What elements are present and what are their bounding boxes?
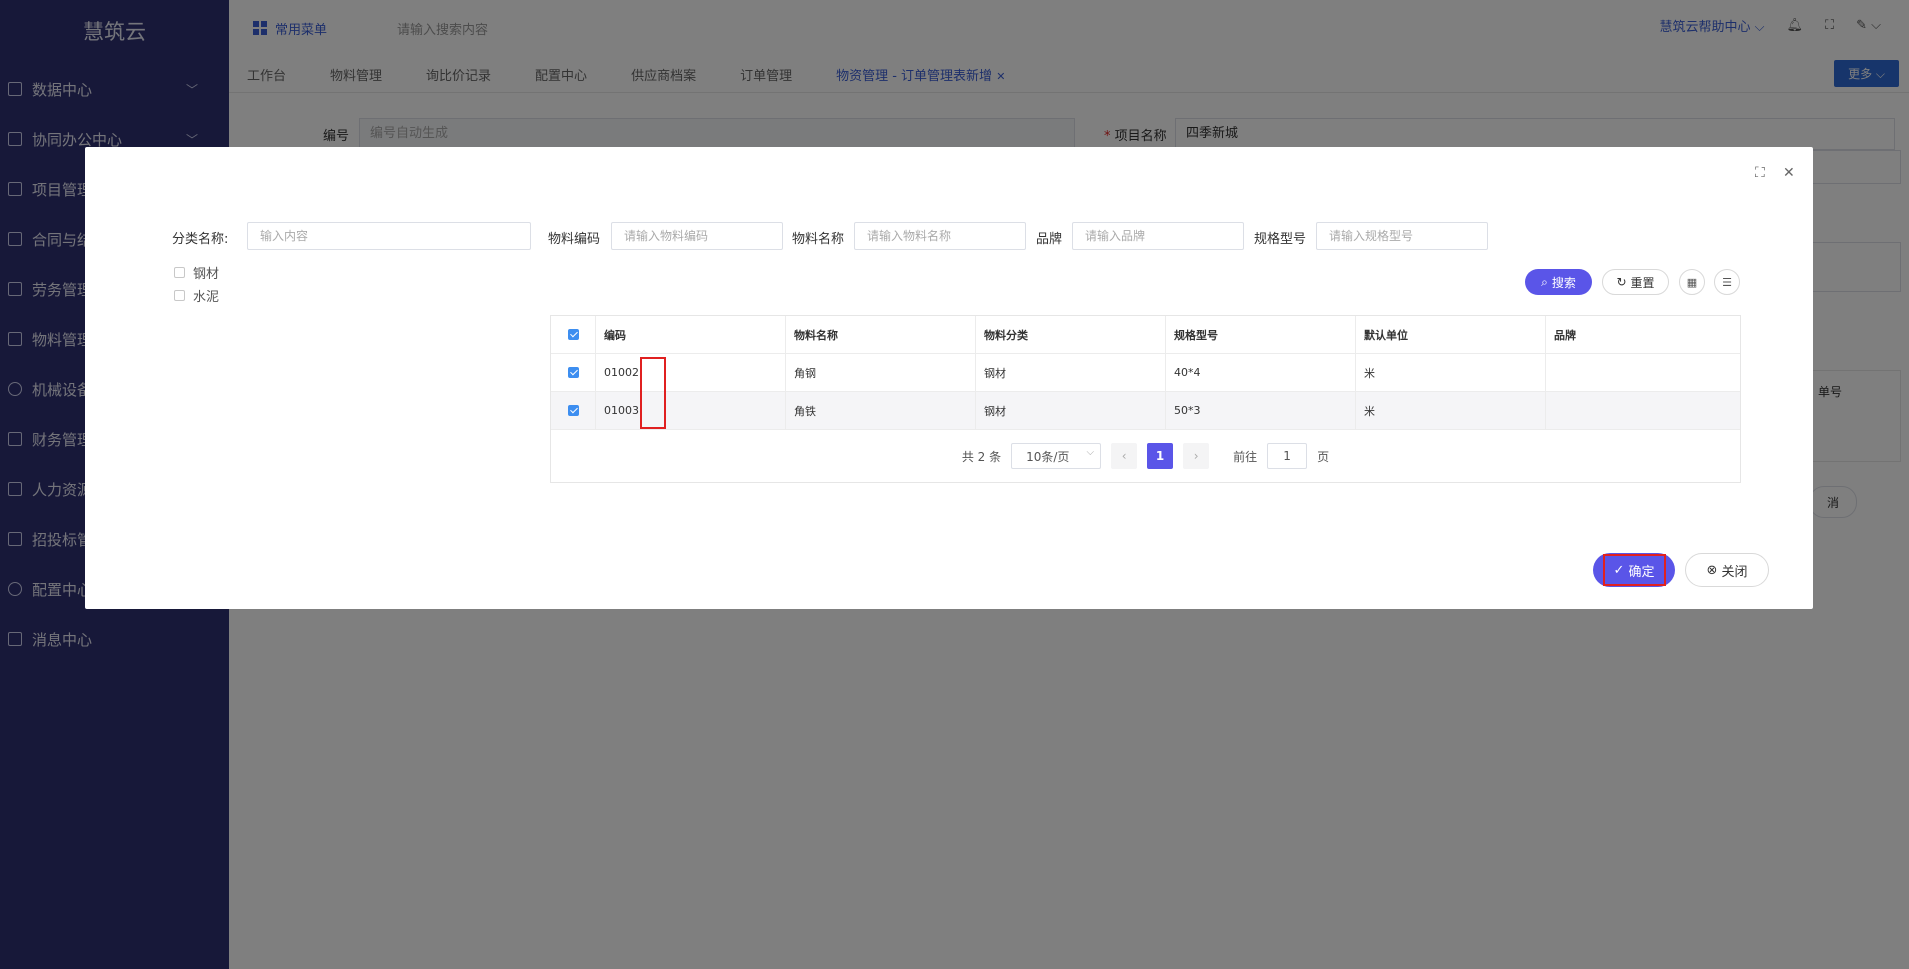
select-all-cell [551, 316, 596, 353]
close-icon[interactable]: ✕ [1783, 165, 1795, 181]
maximize-icon[interactable]: ⛶ [1755, 165, 1765, 181]
close-label: 关闭 [1721, 564, 1748, 580]
pagination: 共 2 条 10条/页 ‹ 1 › 前往 1 页 [551, 430, 1740, 482]
cell-category: 钢材 [976, 392, 1166, 429]
row-select-cell [551, 392, 596, 429]
table-row[interactable]: 01002 角钢 钢材 40*4 米 [551, 354, 1740, 392]
highlight-box [640, 357, 666, 429]
tree-item-label: 钢材 [193, 267, 220, 282]
cell-name: 角铁 [786, 392, 976, 429]
cell-unit: 米 [1356, 392, 1546, 429]
cell-code: 01003 [596, 392, 786, 429]
refresh-icon: ↻ [1616, 275, 1627, 289]
total-count: 共 2 条 [961, 449, 1002, 464]
row-checkbox[interactable] [567, 367, 579, 378]
close-circle-icon: ⊗ [1706, 562, 1718, 578]
column-header: 物料分类 [976, 316, 1166, 353]
tree-item-cement[interactable]: 水泥 [174, 286, 219, 305]
page-size-select[interactable]: 10条/页 [1011, 443, 1102, 469]
tree-item-steel[interactable]: 钢材 [174, 263, 219, 282]
row-checkbox[interactable] [567, 405, 579, 416]
reset-label: 重置 [1630, 275, 1655, 290]
highlight-box [1603, 554, 1666, 586]
category-label: 分类名称: [172, 232, 229, 247]
cell-brand [1546, 354, 1740, 391]
goto-page-input[interactable]: 1 [1267, 443, 1308, 469]
cell-category: 钢材 [976, 354, 1166, 391]
cell-unit: 米 [1356, 354, 1546, 391]
material-name-input[interactable]: 请输入物料名称 [854, 222, 1026, 250]
checkbox[interactable] [174, 267, 185, 278]
spec-label: 规格型号 [1254, 232, 1307, 247]
material-code-input[interactable]: 请输入物料编码 [611, 222, 783, 250]
search-button[interactable]: ⌕ 搜索 [1525, 269, 1592, 295]
material-select-dialog: ⛶ ✕ 分类名称: 输入内容 钢材 水泥 物料编码 请输入物料编码 物料名称 请… [85, 147, 1813, 609]
filter-settings-icon[interactable]: ☰ [1714, 269, 1740, 295]
table-row[interactable]: 01003 角铁 钢材 50*3 米 [551, 392, 1740, 430]
spec-input[interactable]: 请输入规格型号 [1316, 222, 1488, 250]
cell-spec: 50*3 [1166, 392, 1356, 429]
column-header: 规格型号 [1166, 316, 1356, 353]
next-page-icon[interactable]: › [1183, 443, 1210, 469]
column-header: 默认单位 [1356, 316, 1546, 353]
material-table: 编码 物料名称 物料分类 规格型号 默认单位 品牌 01002 角钢 钢材 40… [550, 315, 1741, 483]
material-name-label: 物料名称 [792, 232, 845, 247]
prev-page-icon[interactable]: ‹ [1111, 443, 1138, 469]
row-select-cell [551, 354, 596, 391]
column-header: 物料名称 [786, 316, 976, 353]
cell-code: 01002 [596, 354, 786, 391]
search-icon: ⌕ [1541, 274, 1548, 289]
category-search-input[interactable]: 输入内容 [247, 222, 531, 250]
close-button[interactable]: ⊗ 关闭 [1685, 553, 1769, 587]
cell-spec: 40*4 [1166, 354, 1356, 391]
column-header: 编码 [596, 316, 786, 353]
column-header: 品牌 [1554, 328, 1576, 342]
brand-input[interactable]: 请输入品牌 [1072, 222, 1244, 250]
reset-button[interactable]: ↻ 重置 [1602, 269, 1669, 295]
checkbox[interactable] [174, 290, 185, 301]
select-all-checkbox[interactable] [567, 329, 579, 340]
search-label: 搜索 [1551, 275, 1576, 290]
cell-name: 角钢 [786, 354, 976, 391]
table-header: 编码 物料名称 物料分类 规格型号 默认单位 品牌 [551, 316, 1740, 354]
goto-prefix: 前往 [1233, 449, 1258, 464]
material-code-label: 物料编码 [548, 232, 601, 247]
column-grid-icon[interactable]: ▦ [1679, 269, 1705, 295]
goto-suffix: 页 [1317, 449, 1330, 464]
cell-brand [1546, 392, 1740, 429]
brand-label: 品牌 [1036, 232, 1063, 247]
page-number[interactable]: 1 [1147, 443, 1174, 469]
tree-item-label: 水泥 [193, 290, 220, 305]
